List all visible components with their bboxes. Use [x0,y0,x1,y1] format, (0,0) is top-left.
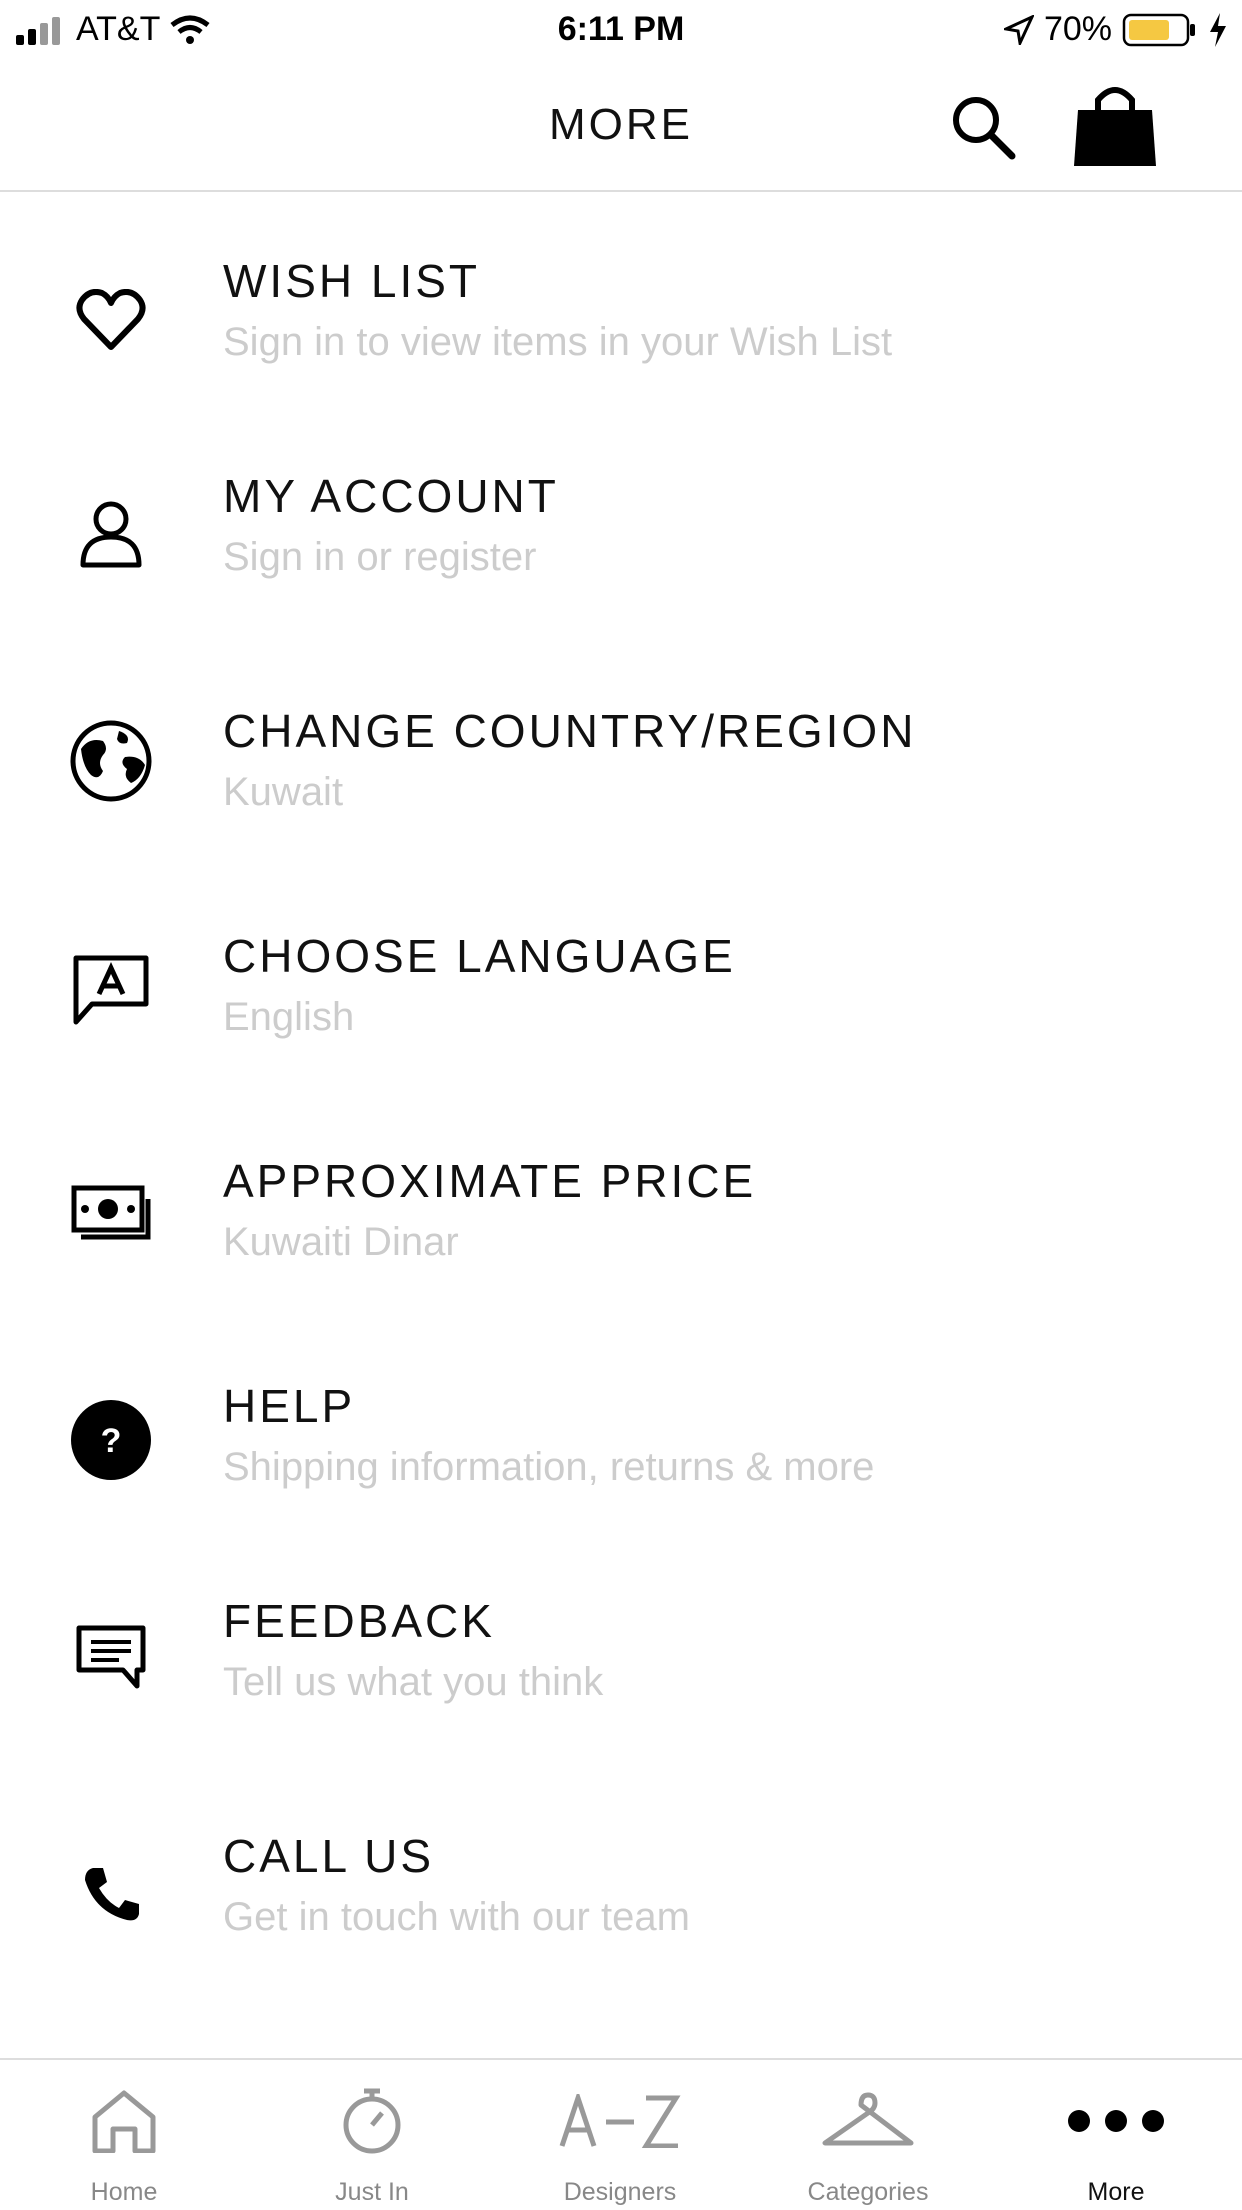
menu-item-title: HELP [223,1380,356,1432]
home-icon [0,2086,248,2156]
language-icon [66,945,156,1035]
menu-item-subtitle: Sign in or register [223,535,537,579]
heart-icon [66,276,156,366]
tab-home[interactable]: Home [0,2060,248,2210]
charging-bolt-icon [1210,12,1226,47]
menu-item-feedback[interactable]: FEEDBACK Tell us what you think [0,1594,1242,1794]
tab-more[interactable]: More [992,2060,1240,2210]
menu-item-subtitle: Tell us what you think [223,1660,604,1704]
menu-item-subtitle: Get in touch with our team [223,1895,690,1939]
tab-bar: Home Just In Designers Categories More [0,2058,1242,2208]
svg-text:?: ? [101,1422,122,1460]
menu-item-subtitle: Kuwait [223,770,344,814]
hanger-icon [744,2086,992,2156]
menu-item-title: CHANGE COUNTRY/REGION [223,705,917,757]
page-title: MORE [549,100,693,149]
tab-designers[interactable]: Designers [496,2060,744,2210]
menu-item-title: FEEDBACK [223,1595,495,1647]
help-icon: ? [66,1395,156,1485]
tab-label: Just In [335,2178,409,2206]
menu-item-title: MY ACCOUNT [223,470,559,522]
status-right: 70% [1003,10,1228,49]
menu-item-subtitle: Shipping information, returns & more [223,1445,875,1489]
menu-item-title: WISH LIST [223,255,481,307]
tab-label: Home [90,2178,158,2206]
menu-item-language[interactable]: CHOOSE LANGUAGE English [0,929,1242,1129]
tab-label: Categories [807,2178,929,2206]
menu-item-country[interactable]: CHANGE COUNTRY/REGION Kuwait [0,704,1242,904]
more-dots-icon [992,2086,1240,2156]
feedback-icon [66,1612,156,1702]
money-icon [66,1170,156,1260]
menu-item-call-us[interactable]: CALL US Get in touch with our team [0,1829,1242,2029]
menu-item-title: CALL US [223,1830,435,1882]
battery-percent: 70% [1043,10,1112,48]
menu-item-subtitle: English [223,995,355,1039]
tab-label: More [1087,2178,1145,2206]
menu-item-my-account[interactable]: MY ACCOUNT Sign in or register [0,469,1242,669]
bag-button[interactable] [1070,82,1160,168]
menu-item-help[interactable]: ? HELP Shipping information, returns & m… [0,1379,1242,1579]
search-icon [953,97,1016,160]
menu-item-price[interactable]: APPROXIMATE PRICE Kuwaiti Dinar [0,1154,1242,1354]
shopping-bag-icon [1074,87,1156,166]
person-icon [66,489,156,579]
nav-bar: MORE [0,62,1242,192]
stopwatch-icon [248,2086,496,2156]
battery-icon [1122,13,1195,46]
status-bar: AT&T 6:11 PM 70% [0,0,1242,62]
search-button[interactable] [950,94,1016,160]
menu-item-wish-list[interactable]: WISH LIST Sign in to view items in your … [0,254,1242,454]
globe-icon [66,716,156,806]
tab-label: Designers [563,2178,677,2206]
a-z-icon [496,2086,744,2156]
phone-icon [66,1849,156,1939]
menu-item-subtitle: Kuwaiti Dinar [223,1220,459,1264]
location-arrow-icon [1003,14,1034,45]
menu-item-subtitle: Sign in to view items in your Wish List [223,320,893,364]
tab-categories[interactable]: Categories [744,2060,992,2210]
tab-just-in[interactable]: Just In [248,2060,496,2210]
menu-item-title: APPROXIMATE PRICE [223,1155,757,1207]
menu-item-title: CHOOSE LANGUAGE [223,930,736,982]
